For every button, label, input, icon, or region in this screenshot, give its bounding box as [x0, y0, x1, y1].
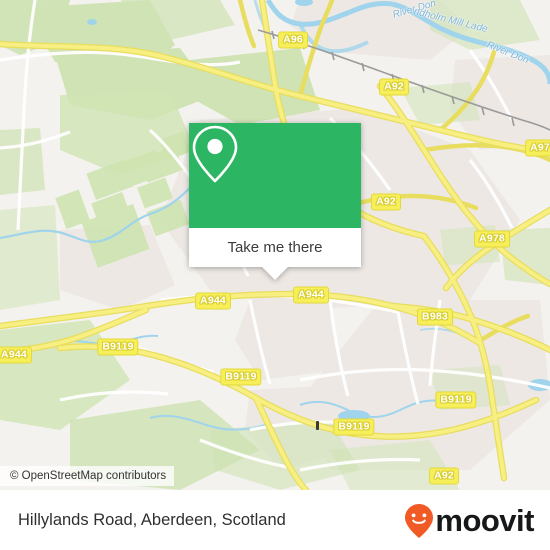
road-shield: A96: [278, 31, 308, 49]
page-title: Hillylands Road, Aberdeen, Scotland: [18, 511, 286, 529]
road-shield: A978: [474, 230, 510, 248]
popup-image-area: [189, 123, 361, 228]
road-shield: A944: [0, 346, 32, 364]
road-shield: A92: [429, 467, 459, 485]
road-shield: B9119: [220, 368, 262, 386]
osm-attribution[interactable]: © OpenStreetMap contributors: [0, 466, 175, 486]
moovit-wordmark: moovit: [435, 502, 534, 538]
road-shield: B9119: [333, 418, 375, 436]
popup-tail: [262, 267, 288, 280]
poi-marker: [316, 421, 319, 430]
take-me-there-label: Take me there: [227, 239, 323, 256]
map-page: A96 A92 A97 A92 A978 A944 A944 B983 A944…: [0, 0, 550, 550]
moovit-logo[interactable]: moovit: [404, 503, 534, 539]
road-shield: A97: [525, 139, 550, 157]
road-shield: B983: [417, 308, 453, 326]
road-shield: A944: [293, 286, 329, 304]
road-shield: A92: [371, 193, 401, 211]
map-pin-icon: [192, 125, 238, 183]
road-shield: A92: [379, 78, 409, 96]
road-shield: B9119: [435, 391, 477, 409]
moovit-pin-icon: [405, 503, 434, 538]
footer-bar: Hillylands Road, Aberdeen, Scotland moov…: [0, 490, 550, 550]
road-shield: A944: [195, 292, 231, 310]
map-canvas[interactable]: A96 A92 A97 A92 A978 A944 A944 B983 A944…: [0, 0, 550, 490]
take-me-there-button[interactable]: Take me there: [189, 228, 361, 267]
road-shield: B9119: [97, 338, 139, 356]
location-popup[interactable]: Take me there: [189, 123, 361, 280]
